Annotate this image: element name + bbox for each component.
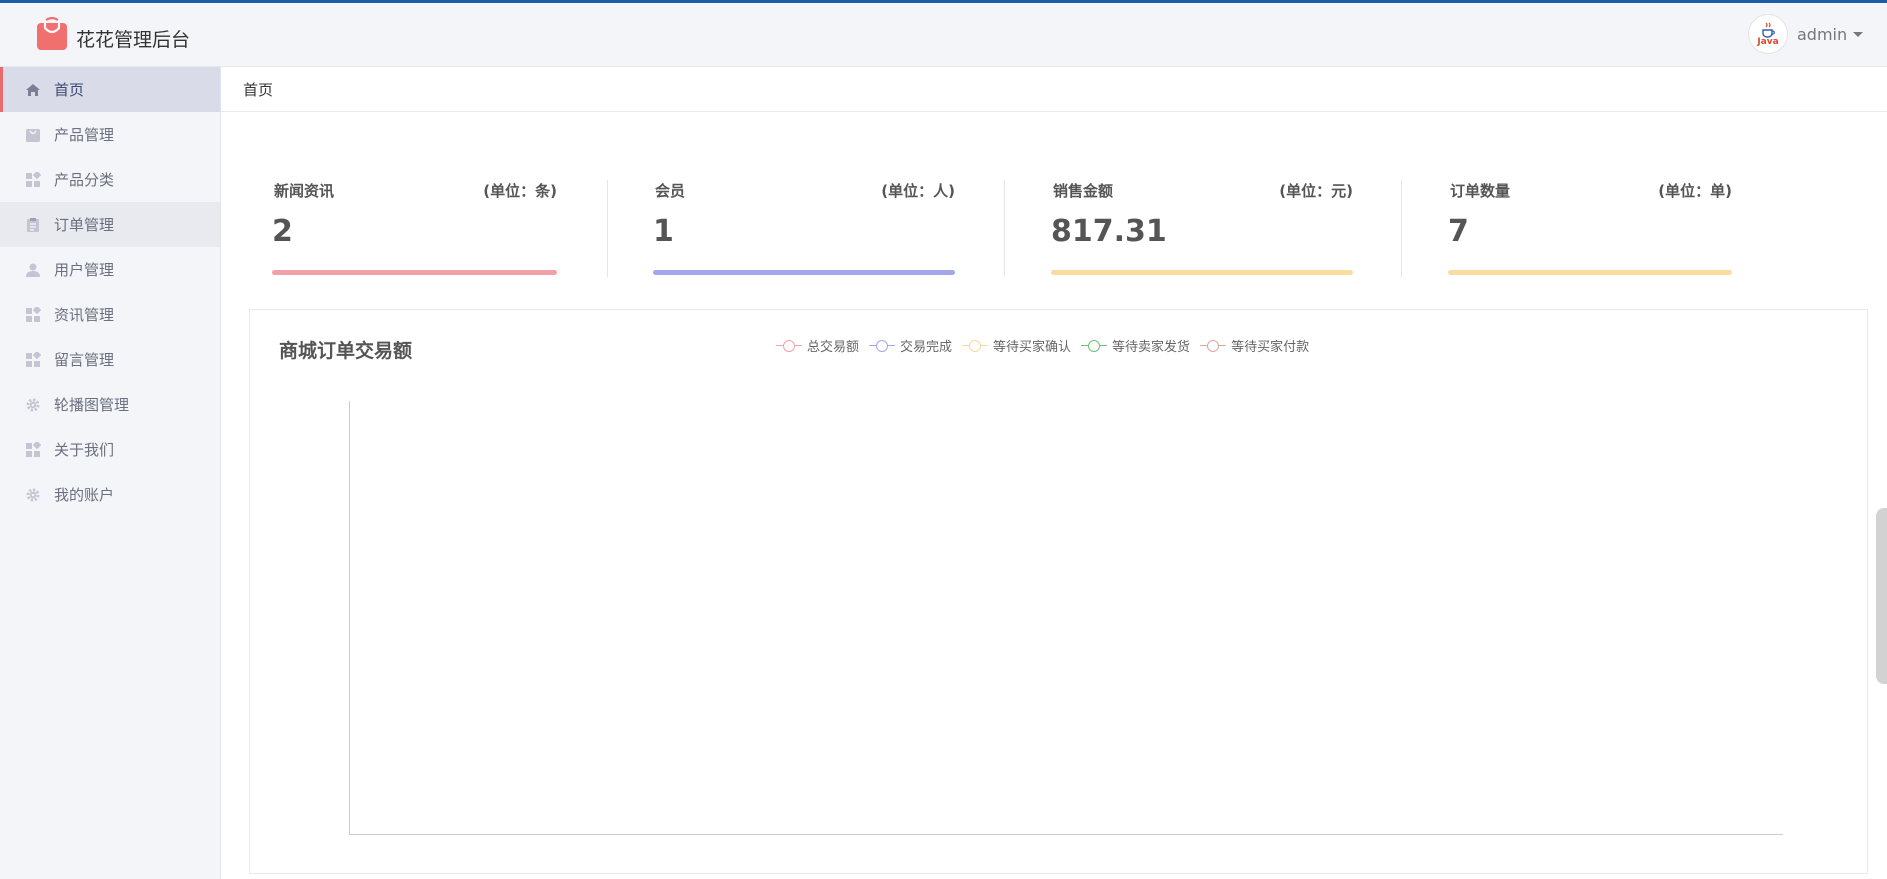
bag-icon xyxy=(24,126,42,144)
chart-legend: 总交易额 交易完成 等待买家确认 等待卖家发货 等待买家付款 xyxy=(776,336,1309,355)
sidebar-item-label: 订单管理 xyxy=(54,216,115,234)
stat-label: 销售金额 xyxy=(1053,182,1114,200)
stat-label: 会员 xyxy=(655,182,686,200)
stat-value: 817.31 xyxy=(1051,214,1167,249)
legend-item-await-ship[interactable]: 等待卖家发货 xyxy=(1081,336,1190,355)
order-chart-panel: 商城订单交易额 总交易额 交易完成 等待买家确认 等待卖家发货 等待买家付款 xyxy=(249,309,1868,874)
sidebar-item-label: 我的账户 xyxy=(54,486,115,504)
sidebar-item-label: 关于我们 xyxy=(54,441,115,459)
avatar-text: Java xyxy=(1757,37,1779,47)
app-title: 花花管理后台 xyxy=(76,29,191,51)
legend-label: 等待卖家发货 xyxy=(1112,340,1191,355)
stat-unit: (单位：人) xyxy=(881,182,955,200)
grid-icon xyxy=(24,171,42,189)
legend-circle-icon xyxy=(1200,339,1227,352)
legend-label: 交易完成 xyxy=(900,340,953,355)
sidebar-item-label: 留言管理 xyxy=(54,351,115,369)
legend-item-await-pay[interactable]: 等待买家付款 xyxy=(1200,336,1309,355)
breadcrumb: 首页 xyxy=(221,67,1887,112)
breadcrumb-current: 首页 xyxy=(243,80,274,99)
stat-label: 新闻资讯 xyxy=(274,182,335,200)
stat-divider xyxy=(1004,180,1005,277)
chart-x-axis xyxy=(349,834,1783,835)
legend-circle-icon xyxy=(1081,339,1108,352)
sidebar-item-label: 轮播图管理 xyxy=(54,396,130,414)
top-header: 花花管理后台 Java admin xyxy=(0,3,1887,67)
sidebar-item-home[interactable]: 首页 xyxy=(0,67,220,112)
stat-divider xyxy=(607,180,608,277)
grid-icon xyxy=(24,351,42,369)
gear-icon xyxy=(24,486,42,504)
sidebar-item-account[interactable]: 我的账户 xyxy=(0,472,220,517)
grid-icon xyxy=(24,441,42,459)
stat-card-members: 会员 (单位：人) 1 xyxy=(653,180,955,280)
sidebar-item-categories[interactable]: 产品分类 xyxy=(0,157,220,202)
stat-progress-bar xyxy=(1051,270,1353,275)
stat-value: 2 xyxy=(272,214,293,249)
user-menu-dropdown[interactable]: admin xyxy=(1797,25,1864,44)
sidebar-item-messages[interactable]: 留言管理 xyxy=(0,337,220,382)
sidebar-item-products[interactable]: 产品管理 xyxy=(0,112,220,157)
sidebar-item-label: 首页 xyxy=(54,81,85,99)
sidebar-nav: 首页 产品管理 产品分类 订单管理 用户管理 资讯管理 留言管理 轮播图管理 关… xyxy=(0,67,221,879)
legend-label: 等待买家付款 xyxy=(1231,340,1310,355)
clipboard-icon xyxy=(24,216,42,234)
stat-unit: (单位：条) xyxy=(483,182,557,200)
stat-progress-bar xyxy=(1448,270,1732,275)
stat-value: 1 xyxy=(653,214,674,249)
sidebar-item-orders[interactable]: 订单管理 xyxy=(0,202,220,247)
sidebar-item-carousel[interactable]: 轮播图管理 xyxy=(0,382,220,427)
gear-icon xyxy=(24,396,42,414)
stat-card-sales: 销售金额 (单位：元) 817.31 xyxy=(1051,180,1353,280)
legend-circle-icon xyxy=(869,339,896,352)
legend-circle-icon xyxy=(962,339,989,352)
caret-down-icon xyxy=(1853,32,1864,37)
username-label: admin xyxy=(1797,25,1848,44)
chart-y-axis xyxy=(349,401,350,834)
sidebar-item-about[interactable]: 关于我们 xyxy=(0,427,220,472)
stat-unit: (单位：元) xyxy=(1279,182,1353,200)
user-icon xyxy=(24,261,42,279)
avatar[interactable]: Java xyxy=(1748,14,1788,54)
chart-title: 商城订单交易额 xyxy=(279,340,413,362)
sidebar-item-label: 资讯管理 xyxy=(54,306,115,324)
home-icon xyxy=(24,81,42,99)
stat-progress-bar xyxy=(272,270,557,275)
shopping-bag-logo-icon xyxy=(36,16,68,51)
legend-label: 等待买家确认 xyxy=(993,340,1072,355)
sidebar-item-users[interactable]: 用户管理 xyxy=(0,247,220,292)
sidebar-item-label: 用户管理 xyxy=(54,261,115,279)
stat-divider xyxy=(1401,180,1402,277)
stat-value: 7 xyxy=(1448,214,1469,249)
sidebar-item-label: 产品管理 xyxy=(54,126,115,144)
stat-label: 订单数量 xyxy=(1450,182,1511,200)
legend-item-await-confirm[interactable]: 等待买家确认 xyxy=(962,336,1071,355)
legend-item-total[interactable]: 总交易额 xyxy=(776,336,859,355)
legend-circle-icon xyxy=(776,339,802,352)
stat-unit: (单位：单) xyxy=(1658,182,1732,200)
legend-item-completed[interactable]: 交易完成 xyxy=(869,336,952,355)
stat-progress-bar xyxy=(653,270,955,275)
grid-icon xyxy=(24,306,42,324)
legend-label: 总交易额 xyxy=(807,340,860,355)
sidebar-item-label: 产品分类 xyxy=(54,171,115,189)
stat-card-news: 新闻资讯 (单位：条) 2 xyxy=(272,180,557,280)
stat-card-orders: 订单数量 (单位：单) 7 xyxy=(1448,180,1732,280)
sidebar-item-news[interactable]: 资讯管理 xyxy=(0,292,220,337)
floating-side-tab[interactable] xyxy=(1876,508,1887,684)
